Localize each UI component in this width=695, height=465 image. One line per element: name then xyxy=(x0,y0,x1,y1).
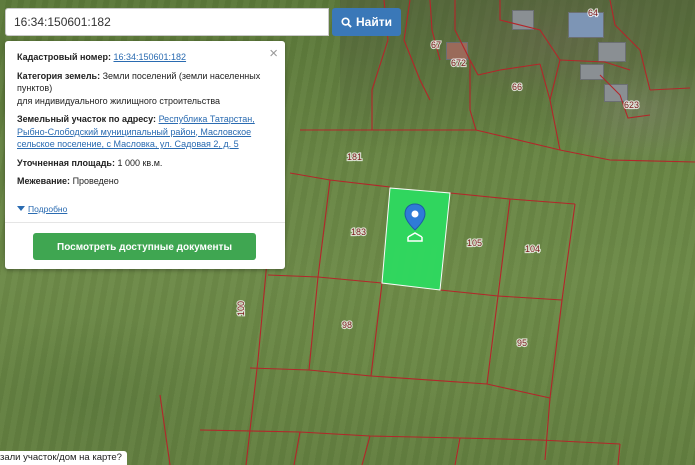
survey-value: Проведено xyxy=(72,176,119,186)
parcel-number-label: 66 xyxy=(512,82,522,92)
area-row: Уточненная площадь: 1 000 кв.м. xyxy=(17,157,273,170)
category-row: Категория земель: Земли поселений (земли… xyxy=(17,70,273,108)
parcel-number-label: 104 xyxy=(525,244,540,254)
survey-label: Межевание: xyxy=(17,176,71,186)
location-pin-icon[interactable] xyxy=(404,203,426,243)
details-label: Подробно xyxy=(28,203,68,214)
survey-row: Межевание: Проведено xyxy=(17,175,273,188)
parcel-number-label: 100 xyxy=(236,301,246,316)
search-button-label: Найти xyxy=(356,15,392,29)
parcel-number-label: 105 xyxy=(467,238,482,248)
parcel-number-label: 98 xyxy=(342,320,352,330)
parcel-number-label: 181 xyxy=(347,152,362,162)
area-label: Уточненная площадь: xyxy=(17,157,115,168)
address-link-1[interactable]: Республика Татарстан, xyxy=(159,114,255,124)
address-label: Земельный участок по адресу: xyxy=(17,114,157,124)
parcel-number-label: 183 xyxy=(351,227,366,237)
view-documents-button[interactable]: Посмотреть доступные документы xyxy=(33,233,256,260)
caret-down-icon xyxy=(17,206,25,212)
parcel-number-label: 672 xyxy=(451,58,466,68)
parcel-number-label: 623 xyxy=(624,100,639,110)
help-hint[interactable]: зали участок/дом на карте? xyxy=(0,451,127,465)
parcel-number-label: 67 xyxy=(431,40,441,50)
close-icon[interactable]: × xyxy=(269,46,278,61)
address-link-2[interactable]: Рыбно-Слободский муниципальный район, Ма… xyxy=(17,127,251,137)
address-row: Земельный участок по адресу: Республика … xyxy=(17,113,273,151)
parcel-number-label: 95 xyxy=(517,338,527,348)
parcel-info-card: × Кадастровый номер: 16:34:150601:182 Ка… xyxy=(5,41,285,269)
category-label: Категория земель: xyxy=(17,70,101,81)
cadastral-row: Кадастровый номер: 16:34:150601:182 xyxy=(17,51,273,64)
search-icon xyxy=(341,16,352,28)
category-value-2: для индивидуального жилищного строительс… xyxy=(17,95,221,106)
parcel-number-label: 64 xyxy=(588,8,598,18)
address-link-3[interactable]: сельское поселение, с Масловка, ул. Садо… xyxy=(17,139,239,149)
search-button[interactable]: Найти xyxy=(332,8,401,36)
search-input[interactable] xyxy=(5,8,329,36)
cadastral-label: Кадастровый номер: xyxy=(17,52,111,62)
divider xyxy=(5,222,285,223)
cadastral-number-link[interactable]: 16:34:150601:182 xyxy=(113,52,186,62)
details-toggle[interactable]: Подробно xyxy=(17,203,67,216)
area-value: 1 000 кв.м. xyxy=(117,157,163,168)
search-bar: Найти xyxy=(5,8,401,36)
